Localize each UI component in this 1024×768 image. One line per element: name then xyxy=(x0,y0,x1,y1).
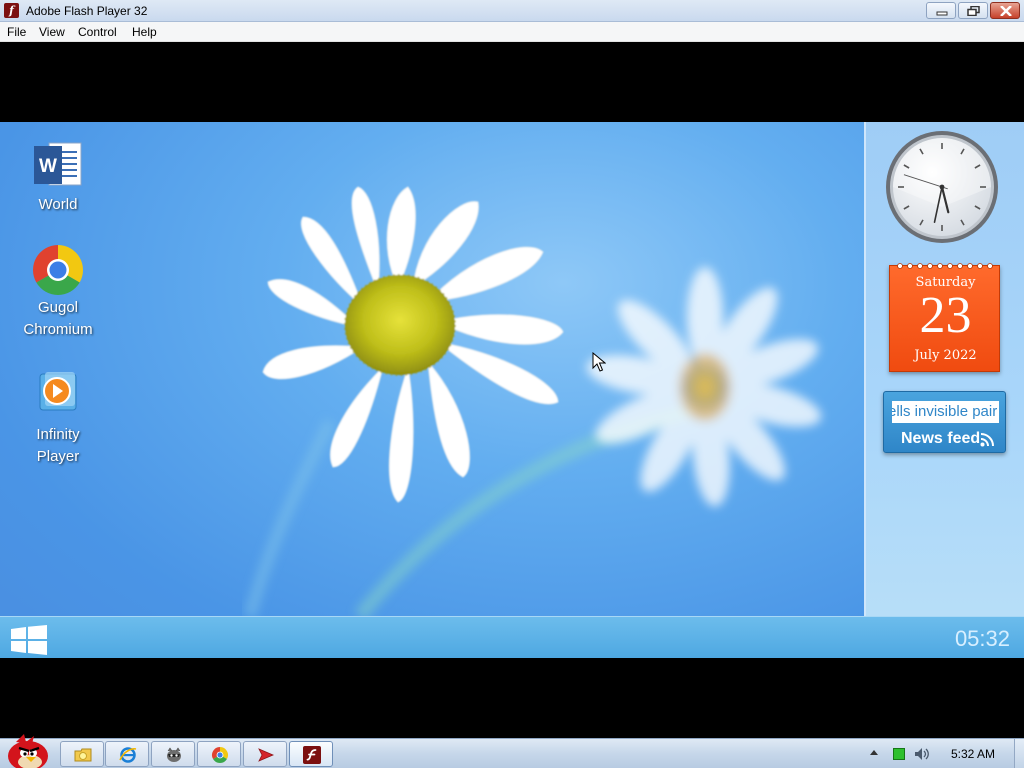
flash-player-icon xyxy=(303,746,321,764)
desktop-icon-infinity-player[interactable]: Infinity Player xyxy=(10,370,106,468)
network-status-icon[interactable] xyxy=(893,748,905,760)
chrome-icon xyxy=(211,747,229,764)
raccoon-app-icon xyxy=(167,747,181,762)
system-tray-clock[interactable]: 5:32 AM xyxy=(951,747,995,761)
restore-button[interactable] xyxy=(958,2,988,19)
media-player-icon xyxy=(31,370,85,424)
clock-gadget[interactable] xyxy=(885,130,999,244)
newsfeed-label: News feed xyxy=(901,430,981,447)
label-line-1: Infinity xyxy=(36,426,80,443)
show-desktop-button[interactable] xyxy=(1014,739,1024,768)
taskbar-raccoon-app-button[interactable] xyxy=(151,741,195,767)
restore-icon xyxy=(967,6,980,16)
window-controls xyxy=(926,2,1020,19)
menu-bar: File View Control Help xyxy=(0,22,1024,42)
chromium-icon xyxy=(31,243,85,297)
flash-icon: f xyxy=(4,3,19,18)
taskbar-red-arrow-app-button[interactable] xyxy=(243,741,287,767)
close-icon xyxy=(1000,6,1012,16)
show-hidden-icons-icon[interactable] xyxy=(869,748,879,756)
word-icon: W xyxy=(31,140,85,194)
emulated-taskbar-clock: 05:32 xyxy=(954,626,1010,651)
host-taskbar: 5:32 AM xyxy=(0,734,1024,768)
internet-explorer-icon xyxy=(119,747,137,763)
emulated-taskbar: 05:32 xyxy=(0,616,1024,658)
red-arrow-app-icon xyxy=(258,748,275,762)
window-titlebar[interactable]: f Adobe Flash Player 32 xyxy=(0,0,1024,22)
newsfeed-ticker[interactable]: ells invisible pair xyxy=(892,401,999,423)
calendar-day-number: 23 xyxy=(919,287,972,344)
volume-icon[interactable] xyxy=(914,746,930,762)
label-line-1: Gugol xyxy=(37,299,79,316)
menu-view[interactable]: View xyxy=(39,25,65,39)
menu-help[interactable]: Help xyxy=(132,25,157,39)
emulated-desktop[interactable]: W World Gugol Chromium Infinity Player S… xyxy=(0,122,1024,658)
close-button[interactable] xyxy=(990,2,1020,19)
rss-icon xyxy=(980,433,994,447)
desktop-icon-label: Gugol Chromium xyxy=(10,297,106,341)
explorer-icon xyxy=(74,748,92,762)
window-title: Adobe Flash Player 32 xyxy=(26,4,148,18)
menu-control[interactable]: Control xyxy=(78,25,117,39)
taskbar-chrome-button[interactable] xyxy=(197,741,241,767)
daisy-wallpaper xyxy=(244,186,822,616)
calendar-gadget[interactable]: Saturday 23 July 2022 xyxy=(889,263,1000,372)
angry-bird-start-icon[interactable] xyxy=(2,732,52,768)
calendar-month-year: July 2022 xyxy=(914,348,977,363)
menu-file[interactable]: File xyxy=(7,25,26,39)
desktop-icon-label: Infinity Player xyxy=(10,424,106,468)
minimize-button[interactable] xyxy=(926,2,956,19)
mouse-cursor-icon xyxy=(592,352,606,372)
taskbar-internet-explorer-button[interactable] xyxy=(105,741,149,767)
label-line-2: Player xyxy=(36,448,80,465)
svg-text:W: W xyxy=(39,156,57,177)
taskbar-explorer-button[interactable] xyxy=(60,741,104,767)
label-line-2: Chromium xyxy=(23,321,93,338)
desktop-icon-label: World xyxy=(38,196,78,213)
windows-start-icon[interactable] xyxy=(11,625,47,655)
taskbar-flash-player-button[interactable] xyxy=(289,741,333,767)
newsfeed-gadget[interactable]: ells invisible pair News feed xyxy=(883,391,1006,453)
desktop-icon-gugol-chromium[interactable]: Gugol Chromium xyxy=(10,243,106,341)
calendar-rings xyxy=(897,263,993,269)
desktop-icon-world[interactable]: W World xyxy=(10,140,106,216)
minimize-icon xyxy=(936,11,948,16)
